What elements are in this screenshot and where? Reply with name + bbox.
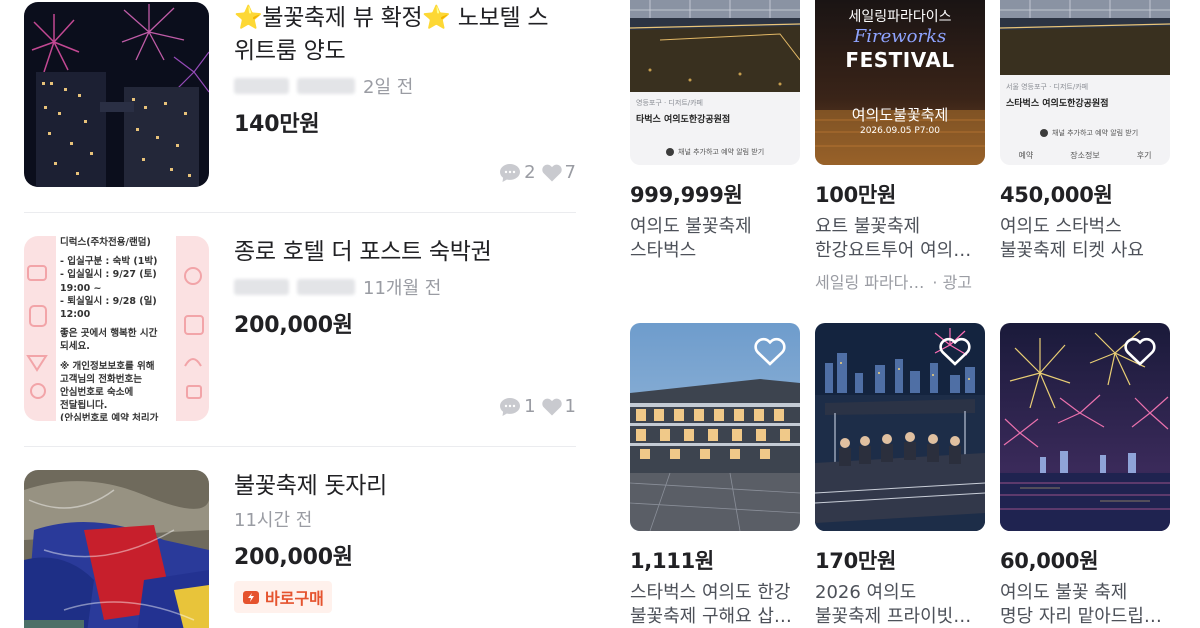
heart-icon: [541, 398, 562, 415]
card-title: 여의도 스타벅스 불꽃축제 티켓 사요: [1000, 216, 1144, 261]
card-price: 450,000원: [1000, 183, 1113, 207]
poster-festival: FESTIVAL: [845, 48, 955, 72]
brochure-tab: 예약: [1018, 151, 1034, 160]
grid-card[interactable]: 서울 영등포구 · 디저트/카페 스타벅스 여의도한강공원점 채널 추가하고 예…: [1000, 0, 1170, 263]
listing-time: 11개월 전: [363, 278, 442, 299]
card-title: 요트 불꽃축제 한강요트투어 여의…: [815, 216, 972, 261]
poster-date: 2026.09.05 P7:00: [859, 126, 941, 136]
card-price: 60,000원: [1000, 549, 1099, 573]
grid-card[interactable]: 170만원 2026 여의도 불꽃축제 프라이빗…: [815, 323, 985, 628]
card-price: 170만원: [815, 549, 896, 573]
grid-card-ad[interactable]: 세일링파라다이스 Fireworks FESTIVAL 여의도불꽃축제 2026…: [815, 0, 985, 293]
card-image: [630, 323, 800, 531]
listing-counts: 2 7: [499, 162, 576, 183]
chat-count: 1: [524, 396, 536, 417]
ad-label: · 광고: [932, 273, 973, 292]
card-image: 서울 영등포구 · 디저트/카페 스타벅스 여의도한강공원점 채널 추가하고 예…: [1000, 0, 1170, 165]
heart-icon[interactable]: [939, 337, 971, 367]
card-title: 2026 여의도 불꽃축제 프라이빗…: [815, 582, 972, 627]
card-title: 스타벅스 여의도 한강 불꽃축제 구해요 삽…: [630, 582, 792, 627]
listing-meta: 11시간 전: [234, 507, 576, 531]
blurred-location: [234, 279, 289, 295]
brochure-tab: 장소정보: [1070, 151, 1100, 160]
blurred-location: [297, 279, 355, 295]
card-title: 여의도 불꽃 축제 명당 자리 맡아드립…: [1000, 582, 1162, 627]
ad-info: 세일링 파라다… · 광고: [815, 269, 985, 293]
card-image: 영등포구 · 디저트/카페 타벅스 여의도한강공원점 채널 추가하고 예약 알림…: [630, 0, 800, 165]
list-item[interactable]: 디럭스(주차전용/랜덤) - 입실구분 : 숙박 (1박) - 입실일시 : 9…: [24, 236, 576, 422]
listing-info: 종로 호텔 더 포스트 숙박권 11개월 전 200,000원: [234, 236, 576, 339]
divider: [24, 212, 576, 213]
listing-title: 불꽃축제 돗자리: [234, 473, 388, 499]
grid-card[interactable]: 1,111원 스타벅스 여의도 한강 불꽃축제 구해요 삽…: [630, 323, 800, 628]
grid-card[interactable]: 60,000원 여의도 불꽃 축제 명당 자리 맡아드립…: [1000, 323, 1170, 628]
divider: [24, 446, 576, 447]
left-listing-column: ⭐불꽃축제 뷰 확정⭐ 노보텔 스 위트룸 양도 2일 전 140만원 2 7: [0, 0, 600, 628]
brochure-tab: 후기: [1136, 151, 1152, 160]
blurred-location: [297, 78, 355, 94]
listing-title: 종로 호텔 더 포스트 숙박권: [234, 239, 492, 265]
listing-time: 2일 전: [363, 77, 414, 98]
chat-count: 2: [524, 162, 536, 183]
listing-title: ⭐불꽃축제 뷰 확정⭐ 노보텔 스 위트룸 양도: [234, 5, 549, 64]
listing-meta: 11개월 전: [234, 275, 576, 299]
listing-info: ⭐불꽃축제 뷰 확정⭐ 노보텔 스 위트룸 양도 2일 전 140만원: [234, 2, 576, 138]
chat-icon: [500, 163, 521, 182]
listing-info: 불꽃축제 돗자리 11시간 전 200,000원 바로구매: [234, 470, 576, 613]
poster-brand: 세일링파라다이스: [848, 9, 952, 25]
listing-thumbnail: [24, 470, 209, 628]
chat-icon: [500, 397, 521, 416]
listing-thumbnail: 디럭스(주차전용/랜덤) - 입실구분 : 숙박 (1박) - 입실일시 : 9…: [24, 236, 209, 421]
grid-card[interactable]: 영등포구 · 디저트/카페 타벅스 여의도한강공원점 채널 추가하고 예약 알림…: [630, 0, 800, 263]
like-count: 1: [564, 396, 576, 417]
direct-buy-badge: 바로구매: [234, 581, 332, 613]
lightning-icon: [243, 591, 259, 604]
listing-thumbnail: [24, 2, 209, 187]
heart-icon: [541, 164, 562, 181]
poster-script: Fireworks: [853, 26, 947, 47]
card-price: 100만원: [815, 183, 896, 207]
card-price: 999,999원: [630, 183, 743, 207]
list-item[interactable]: ⭐불꽃축제 뷰 확정⭐ 노보텔 스 위트룸 양도 2일 전 140만원 2 7: [24, 2, 576, 188]
poster-title: 여의도불꽃축제: [851, 106, 949, 124]
listing-price: 200,000원: [234, 313, 353, 338]
heart-icon[interactable]: [754, 337, 786, 367]
card-image: [1000, 323, 1170, 531]
listing-counts: 1 1: [499, 396, 576, 417]
listing-time: 11시간 전: [234, 510, 313, 531]
blurred-location: [234, 78, 289, 94]
card-image: [815, 323, 985, 531]
list-item[interactable]: 불꽃축제 돗자리 11시간 전 200,000원 바로구매: [24, 470, 576, 628]
heart-icon[interactable]: [1124, 337, 1156, 367]
listing-price: 140만원: [234, 112, 320, 137]
thumbnail-text: 디럭스(주차전용/랜덤) - 입실구분 : 숙박 (1박) - 입실일시 : 9…: [60, 237, 159, 421]
card-price: 1,111원: [630, 549, 714, 573]
listing-meta: 2일 전: [234, 74, 576, 98]
like-count: 7: [564, 162, 576, 183]
advertiser-name: 세일링 파라다…: [815, 273, 925, 292]
card-title: 여의도 불꽃축제 스타벅스: [630, 216, 752, 261]
listing-price: 200,000원: [234, 545, 353, 570]
card-image: 세일링파라다이스 Fireworks FESTIVAL 여의도불꽃축제 2026…: [815, 0, 985, 165]
